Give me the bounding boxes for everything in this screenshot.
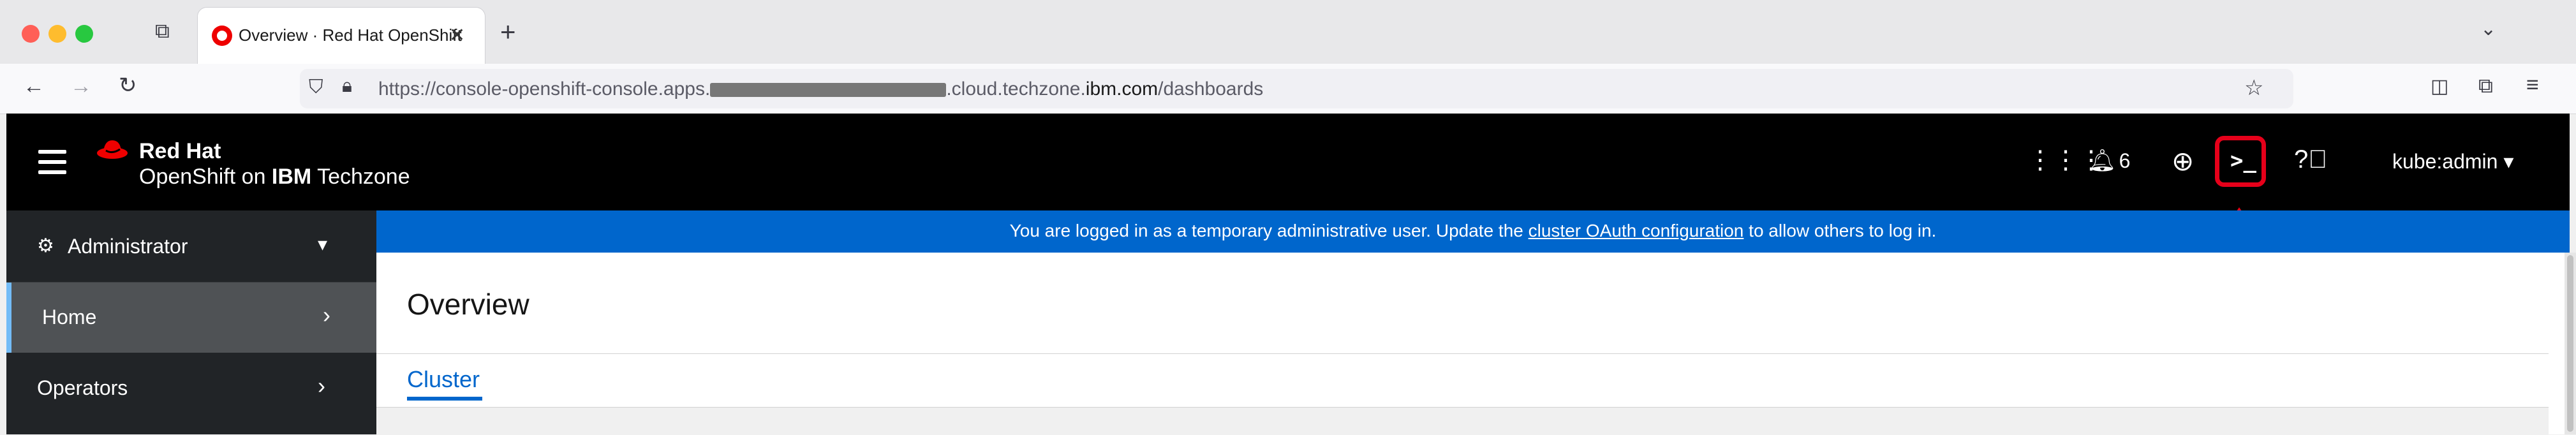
tab-list-chevron-icon[interactable]: ⌄ (2480, 18, 2496, 40)
user-name: kube:admin (2392, 150, 2498, 173)
help-icon[interactable]: ?⃝ (2294, 145, 2327, 174)
new-tab-button[interactable]: + (500, 17, 516, 47)
banner-text-post: to allow others to log in. (1743, 221, 1937, 240)
perspective-switcher[interactable]: ⚙ Administrator ▾ (6, 210, 376, 283)
temporary-admin-banner: You are logged in as a temporary adminis… (376, 210, 2570, 253)
sidebar-item-label: Home (42, 306, 97, 328)
perspective-label: Administrator (68, 235, 188, 258)
banner-text: You are logged in as a temporary adminis… (376, 221, 2570, 241)
url-domain: ibm.com (1085, 78, 1158, 100)
back-icon[interactable]: ← (23, 74, 45, 99)
app-menu-icon[interactable]: ≡ (2526, 73, 2539, 98)
cogs-icon: ⚙ (37, 235, 54, 256)
url-prefix: https://console-openshift-console.apps. (378, 78, 711, 100)
scrollbar-thumb[interactable] (2567, 255, 2573, 432)
browser-tab-bar: ⧉ Overview · Red Hat OpenShift ✕ + ⌄ (0, 0, 2576, 64)
bell-icon: 🔔︎ (2089, 149, 2117, 173)
caret-down-icon: ▾ (2498, 150, 2514, 173)
tabs-divider (376, 353, 2549, 354)
notifications-button[interactable]: 🔔︎ 6 (2089, 148, 2130, 173)
sidebar: ⚙ Administrator ▾ Home › Operators › (6, 210, 376, 434)
brand-subtitle: OpenShift on IBM Techzone (139, 165, 410, 189)
redacted-hostname (710, 83, 947, 98)
brand-redhat: Red Hat (139, 139, 221, 163)
reload-icon[interactable]: ↻ (119, 73, 137, 98)
url-field[interactable]: ⛉ 🔒︎ https://console-openshift-console.a… (300, 69, 2293, 108)
banner-text-pre: You are logged in as a temporary adminis… (1009, 221, 1529, 240)
user-menu-toggle[interactable]: kube:admin ▾ (2392, 149, 2513, 173)
sidebar-item-home[interactable]: Home › (6, 283, 376, 353)
shield-icon[interactable]: ⛉ (309, 77, 323, 98)
main-content: Overview Cluster (376, 253, 2565, 435)
terminal-highlight-box (2215, 136, 2266, 187)
sidebar-item-operators[interactable]: Operators › (6, 353, 376, 424)
oauth-config-link[interactable]: cluster OAuth configuration (1529, 221, 1744, 240)
hamburger-menu-icon[interactable] (38, 150, 66, 174)
openshift-favicon-icon (212, 26, 232, 46)
brand-sub-pre: OpenShift on (139, 165, 272, 189)
bookmark-star-icon[interactable]: ☆ (2244, 75, 2263, 101)
pocket-icon[interactable]: ◫ (2431, 75, 2448, 98)
browser-tab[interactable]: Overview · Red Hat OpenShift ✕ (198, 8, 485, 64)
close-tab-icon[interactable]: ✕ (449, 24, 465, 47)
quick-create-plus-icon[interactable]: ⊕ (2172, 145, 2194, 177)
lock-icon[interactable]: 🔒︎ (342, 75, 352, 97)
tab-overview-icon[interactable]: ⧉ (155, 19, 170, 43)
active-tab-indicator (407, 397, 482, 401)
url-middle: .cloud.techzone. (946, 78, 1086, 100)
url-text: https://console-openshift-console.apps..… (378, 78, 1263, 100)
maximize-window-button[interactable] (75, 25, 93, 43)
minimize-window-button[interactable] (48, 25, 66, 43)
tab-cluster[interactable]: Cluster (407, 366, 480, 393)
address-bar-row: ← → ↻ ⛉ 🔒︎ https://console-openshift-con… (0, 64, 2576, 114)
masthead: Red Hat OpenShift on IBM Techzone ⋮⋮⋮ 🔔︎… (6, 114, 2570, 210)
dashboard-area (376, 407, 2549, 435)
url-path: /dashboards (1158, 78, 1264, 100)
page-title: Overview (407, 288, 529, 321)
chevron-right-icon: › (323, 302, 330, 328)
redhat-logo-icon (97, 140, 128, 159)
close-window-button[interactable] (22, 25, 40, 43)
caret-down-icon: ▾ (318, 234, 328, 255)
brand-sub-post: Techzone (311, 165, 410, 189)
tab-title: Overview · Red Hat OpenShift (239, 26, 462, 45)
brand-sub-ibm: IBM (271, 165, 312, 189)
chevron-right-icon: › (318, 372, 325, 399)
forward-icon[interactable]: → (70, 74, 92, 99)
scrollbar[interactable] (2565, 253, 2576, 434)
sidebar-item-label: Operators (37, 376, 128, 399)
notification-count: 6 (2119, 149, 2131, 172)
extensions-icon[interactable]: ⧉ (2478, 74, 2493, 98)
